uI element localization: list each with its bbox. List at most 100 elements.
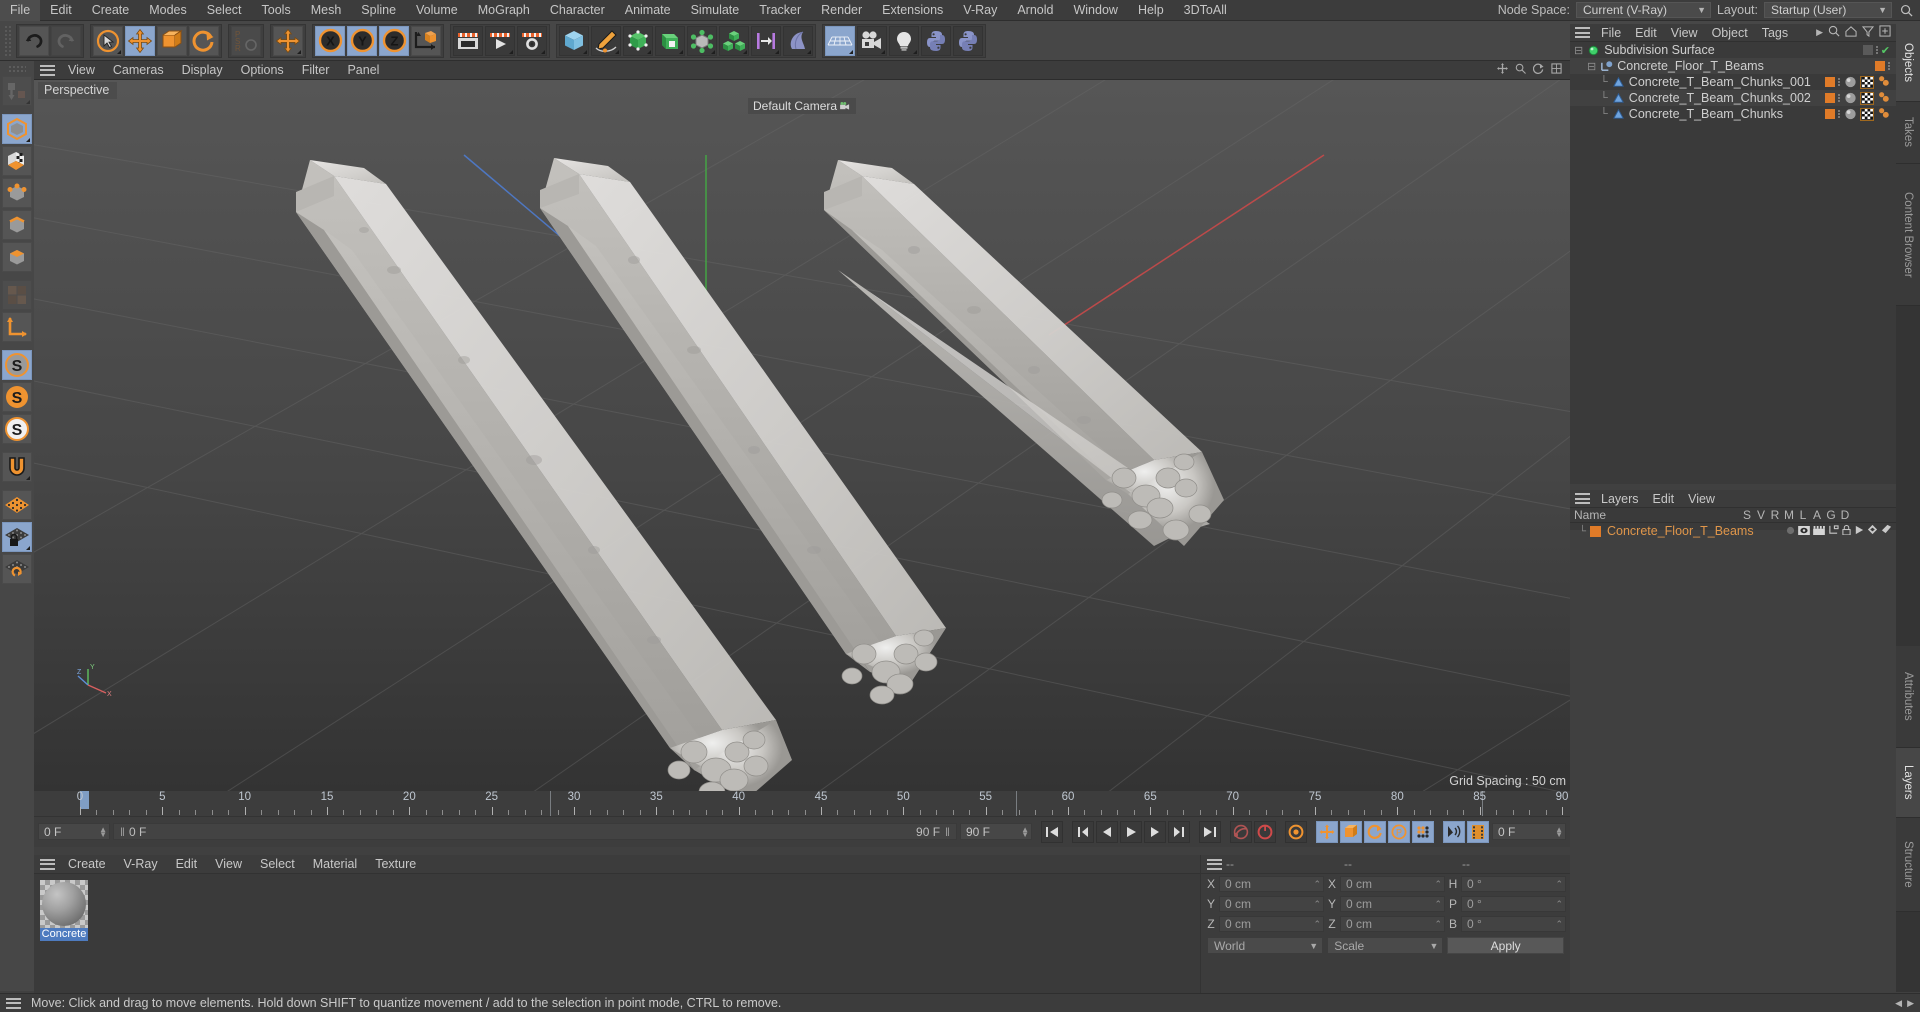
chevron-left-icon[interactable]: ◀ <box>1895 998 1902 1009</box>
tool-flyout-corner[interactable] <box>509 49 513 54</box>
subdivision-surface-button[interactable] <box>623 25 653 56</box>
workplane-reset-button[interactable] <box>2 554 32 584</box>
search-icon[interactable] <box>1828 25 1840 40</box>
model-mode-button[interactable] <box>2 114 32 144</box>
layer-dots-icon[interactable] <box>1875 46 1878 54</box>
field-button[interactable] <box>751 25 781 56</box>
generator-button[interactable] <box>655 25 685 56</box>
layer-menu-layers[interactable]: Layers <box>1594 490 1646 508</box>
pla-key-button[interactable] <box>1412 820 1434 843</box>
zoom-gizmo-icon[interactable] <box>1515 63 1526 77</box>
object-menu-edit[interactable]: Edit <box>1628 24 1664 42</box>
vtab-objects[interactable]: Objects <box>1896 24 1920 102</box>
tool-flyout-corner[interactable] <box>913 49 917 54</box>
spinner-icon[interactable]: ⌃ <box>1555 879 1563 890</box>
menu-item-extensions[interactable]: Extensions <box>872 0 953 21</box>
viewport-menu-display[interactable]: Display <box>173 61 232 80</box>
add-icon[interactable] <box>1879 25 1891 40</box>
viewport-menu-view[interactable]: View <box>59 61 104 80</box>
render-view-button[interactable] <box>453 25 483 56</box>
uvw-tag[interactable] <box>1860 91 1874 105</box>
material-tag[interactable] <box>1843 108 1857 121</box>
object-menu-object[interactable]: Object <box>1705 24 1755 42</box>
make-editable-button[interactable] <box>2 76 32 106</box>
tool-flyout-corner[interactable] <box>881 49 885 54</box>
size-y-field[interactable]: 0 cm ⌃ <box>1340 896 1445 912</box>
solo-toggle[interactable] <box>1786 524 1795 538</box>
next-frame-button[interactable] <box>1144 820 1166 843</box>
tool-flyout-corner[interactable] <box>117 49 121 54</box>
lock-toggle[interactable] <box>1842 524 1851 538</box>
position-x-field[interactable]: 0 cm ⌃ <box>1219 876 1324 892</box>
snap-settings-button[interactable]: S <box>2 382 32 412</box>
parameter-key-button[interactable]: P <box>1388 820 1410 843</box>
tree-toggle-icon[interactable]: └ <box>1570 108 1608 120</box>
tree-toggle-icon[interactable]: ⊟ <box>1570 60 1596 73</box>
layer-dots-icon[interactable] <box>1838 94 1840 102</box>
sound-button[interactable] <box>1443 820 1465 843</box>
layer-row[interactable]: └ Concrete_Floor_T_Beams <box>1570 523 1896 539</box>
tool-flyout-corner[interactable] <box>26 100 30 104</box>
rotation-key-button[interactable] <box>1364 820 1386 843</box>
object-menu-tags[interactable]: Tags <box>1755 24 1795 42</box>
phong-tag[interactable] <box>1877 107 1890 122</box>
menu-item-spline[interactable]: Spline <box>351 0 406 21</box>
mograph-cloner-button[interactable] <box>719 25 749 56</box>
menu-item-modes[interactable]: Modes <box>139 0 197 21</box>
hamburger-icon[interactable] <box>1575 27 1590 38</box>
axis-y-button[interactable]: Y <box>347 25 377 56</box>
object-color-swatch[interactable] <box>1862 45 1873 55</box>
render-toggle[interactable] <box>1813 524 1825 538</box>
tool-flyout-corner[interactable] <box>743 49 747 54</box>
spinner-icon[interactable]: ⌃ <box>1434 879 1442 890</box>
chevron-right-icon[interactable]: ▶ <box>1907 998 1914 1009</box>
tool-flyout-corner[interactable] <box>297 49 301 54</box>
hamburger-icon[interactable] <box>1207 858 1222 870</box>
rotation-h-field[interactable]: 0 ° ⌃ <box>1461 876 1566 892</box>
record-active-objects-button[interactable] <box>1230 820 1252 843</box>
manager-toggle[interactable] <box>1828 524 1839 538</box>
rotate-tool-button[interactable] <box>189 25 219 56</box>
material-tag[interactable] <box>1843 92 1857 105</box>
tree-toggle-icon[interactable]: ⊟ <box>1570 44 1583 57</box>
timeline-ruler[interactable]: 0 5 10 15 20 25 30 35 40 45 50 55 60 65 70 75 80 85 90 <box>34 791 1570 817</box>
cube-primitive-button[interactable] <box>559 25 589 56</box>
go-to-end-button[interactable] <box>1199 820 1221 843</box>
tool-flyout-corner[interactable] <box>615 49 619 54</box>
rotation-p-field[interactable]: 0 ° ⌃ <box>1461 896 1566 912</box>
apply-button[interactable]: Apply <box>1447 937 1564 954</box>
end-frame-field[interactable]: 90 F ▲ ▼ <box>960 823 1032 840</box>
redo-button[interactable] <box>51 25 81 56</box>
uvw-tag[interactable] <box>1860 75 1874 89</box>
maximize-icon[interactable] <box>1551 63 1562 77</box>
menu-item-volume[interactable]: Volume <box>406 0 468 21</box>
environment-button[interactable] <box>783 25 813 56</box>
material-menu-material[interactable]: Material <box>304 855 366 874</box>
material-menu-view[interactable]: View <box>206 855 251 874</box>
previous-frame-button[interactable] <box>1096 820 1118 843</box>
hamburger-icon[interactable] <box>40 858 55 870</box>
vtab-attributes[interactable]: Attributes <box>1896 646 1920 748</box>
spinner-icon[interactable]: ⌃ <box>1313 919 1321 930</box>
uvw-tag[interactable] <box>1860 107 1874 121</box>
camera-button[interactable] <box>857 25 887 56</box>
layer-menu-edit[interactable]: Edit <box>1646 490 1682 508</box>
deformer-button[interactable] <box>687 25 717 56</box>
search-icon[interactable] <box>1898 2 1914 18</box>
material-menu-edit[interactable]: Edit <box>167 855 207 874</box>
tool-flyout-corner[interactable] <box>711 49 715 54</box>
enable-check-icon[interactable]: ✔ <box>1881 44 1890 57</box>
next-key-button[interactable] <box>1168 820 1190 843</box>
snap-mode-button[interactable]: S <box>2 414 32 444</box>
rotate-gizmo-icon[interactable] <box>1532 63 1544 77</box>
object-row[interactable]: └ Concrete_T_Beam_Chunks_001 <box>1570 74 1896 90</box>
phong-tag[interactable] <box>1877 75 1890 90</box>
keyframe-selection-button[interactable] <box>1285 820 1307 843</box>
python-generator-button[interactable] <box>921 25 951 56</box>
tool-flyout-corner[interactable] <box>775 49 779 54</box>
position-key-button[interactable] <box>1316 820 1338 843</box>
filter-icon[interactable] <box>1861 25 1875 40</box>
psr-button[interactable]: PSR <box>231 25 261 56</box>
spinner-icon[interactable]: ▲ ▼ <box>1021 825 1029 838</box>
pen-spline-button[interactable] <box>591 25 621 56</box>
